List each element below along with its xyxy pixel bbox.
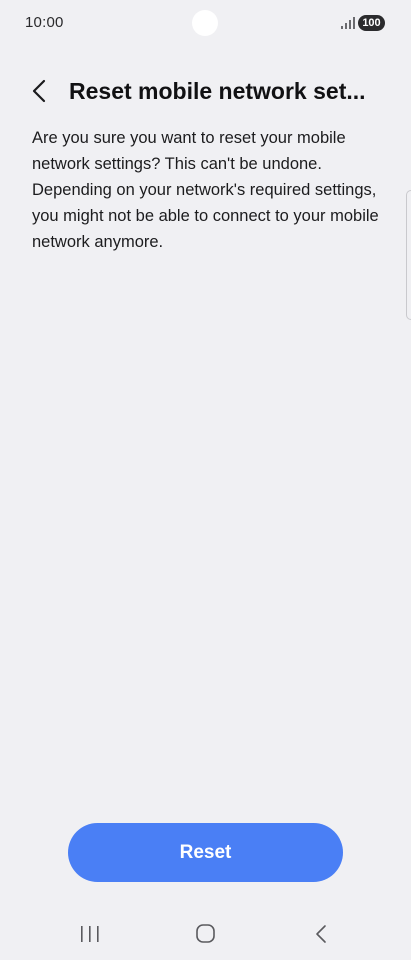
- status-bar: 10:00 100: [0, 0, 411, 46]
- back-icon: [316, 925, 326, 943]
- reset-button[interactable]: Reset: [68, 823, 343, 882]
- page-title: Reset mobile network set...: [69, 78, 366, 104]
- camera-cutout: [192, 10, 218, 36]
- home-icon: [196, 924, 215, 943]
- status-time: 10:00: [25, 14, 64, 31]
- chevron-left-icon: [32, 79, 46, 103]
- back-button[interactable]: [26, 76, 54, 106]
- home-button[interactable]: [186, 920, 226, 948]
- scroll-indicator[interactable]: [406, 190, 411, 320]
- reset-description: Are you sure you want to reset your mobi…: [32, 129, 379, 251]
- nav-back-button[interactable]: [301, 920, 341, 948]
- battery-level: 100: [362, 17, 381, 29]
- recents-icon: [81, 926, 99, 942]
- recents-button[interactable]: [70, 920, 110, 948]
- battery-icon: 100: [358, 15, 385, 31]
- navigation-bar: [0, 910, 411, 958]
- signal-icon: [341, 17, 355, 29]
- header: Reset mobile network set...: [0, 70, 411, 112]
